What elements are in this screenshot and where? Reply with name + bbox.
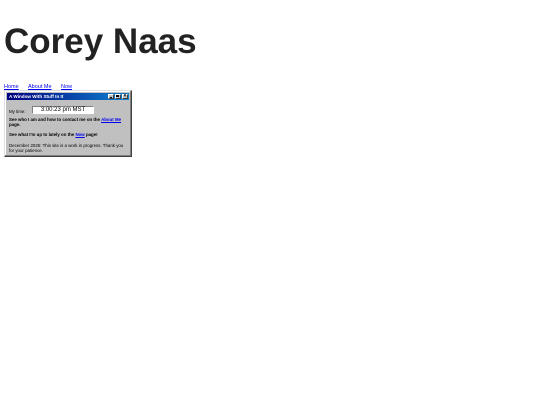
now-link[interactable]: Now bbox=[75, 132, 84, 137]
minimize-icon bbox=[110, 97, 112, 98]
contact-text-suffix: page. bbox=[9, 122, 21, 128]
contact-text-prefix: See who I am and how to contact me on th… bbox=[9, 117, 102, 122]
site-title: Corey Naas bbox=[4, 22, 197, 61]
time-row: My time: 3:00:23 pm MST bbox=[9, 105, 127, 114]
time-display: 3:00:23 pm MST bbox=[32, 106, 94, 114]
info-window: A Window With Stuff In It × My time: 3:0… bbox=[4, 90, 132, 157]
maximize-icon bbox=[116, 95, 119, 97]
minimize-button[interactable] bbox=[108, 94, 114, 99]
window-titlebar[interactable]: A Window With Stuff In It × bbox=[7, 93, 129, 100]
close-icon: × bbox=[123, 92, 127, 99]
lately-text-suffix: page! bbox=[84, 132, 98, 137]
close-button[interactable]: × bbox=[122, 92, 128, 99]
maximize-button[interactable] bbox=[115, 94, 121, 99]
window-title: A Window With Stuff In It bbox=[9, 94, 64, 99]
notice-paragraph: December 2025: This site is a work in pr… bbox=[9, 143, 124, 154]
lately-paragraph: See what I'm up to lately on the Now pag… bbox=[9, 132, 129, 137]
about-me-link[interactable]: About Me bbox=[101, 117, 121, 122]
lately-text-prefix: See what I'm up to lately on the bbox=[9, 132, 76, 137]
window-controls: × bbox=[108, 92, 128, 99]
contact-paragraph: See who I am and how to contact me on th… bbox=[9, 117, 129, 127]
time-label: My time: bbox=[9, 109, 26, 114]
